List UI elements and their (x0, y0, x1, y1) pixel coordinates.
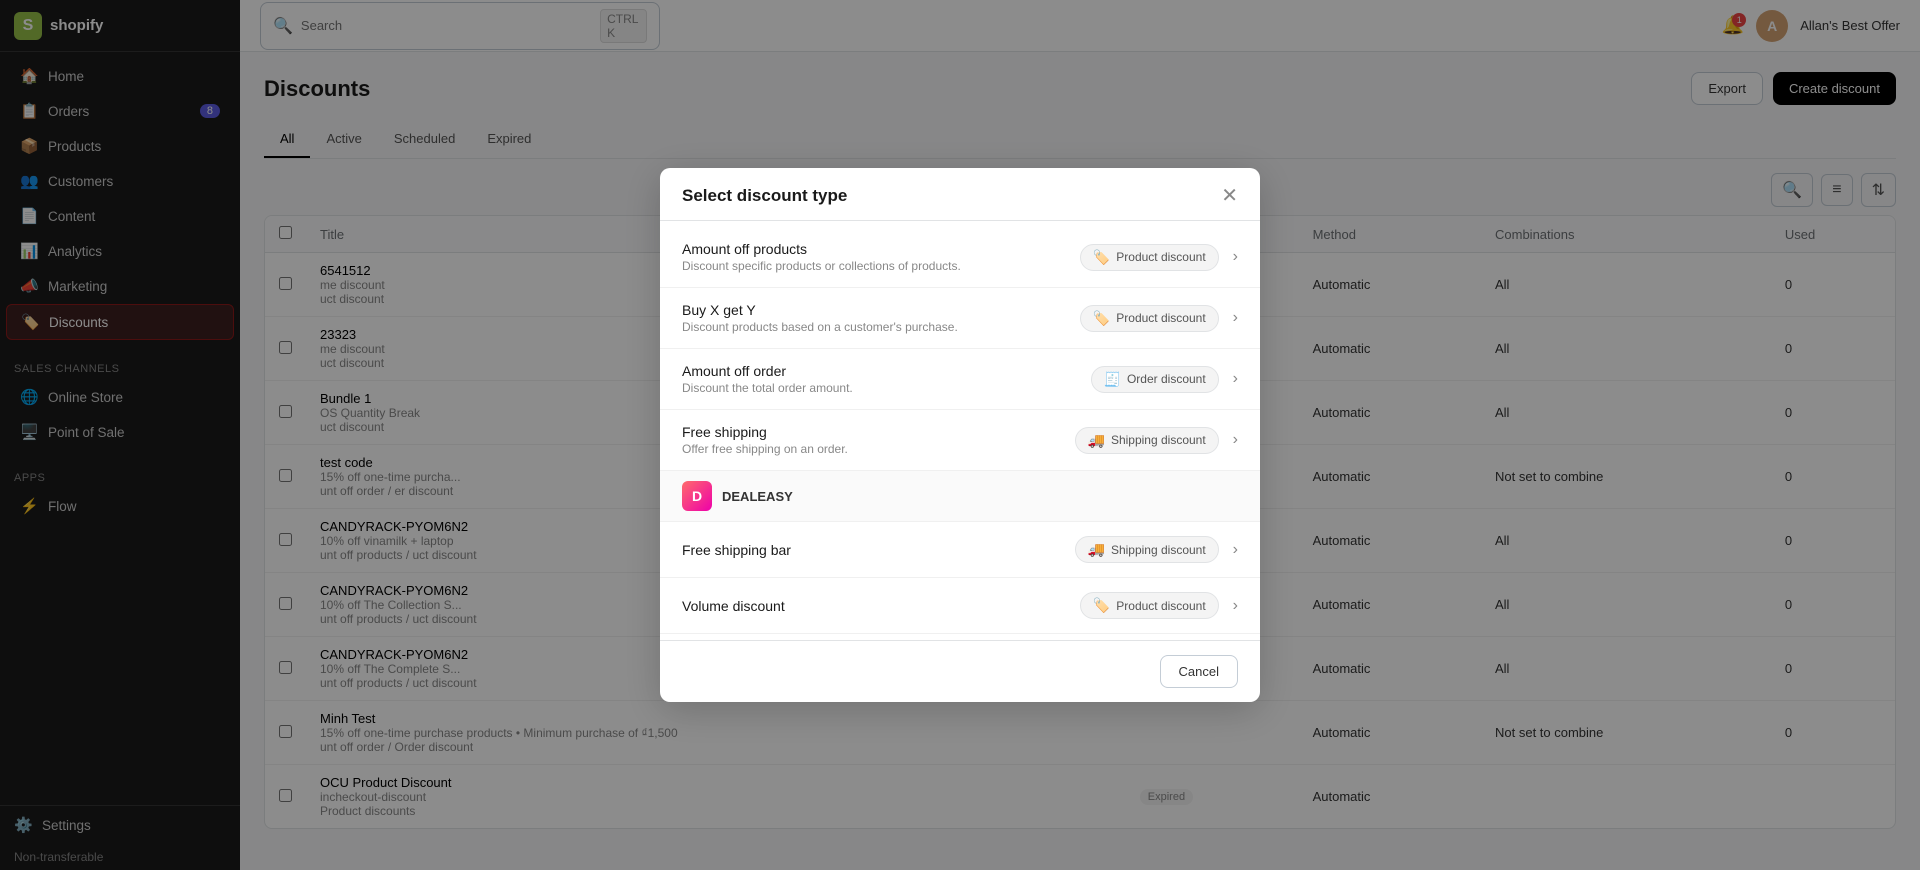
option-badge-label: Product discount (1116, 599, 1205, 613)
option-badge-label: Order discount (1127, 372, 1206, 386)
modal-overlay[interactable]: Select discount type ✕ Amount off produc… (0, 0, 1920, 870)
option-badge: 🏷️ Product discount (1080, 305, 1219, 332)
product-discount-icon: 🏷️ (1093, 249, 1110, 266)
option-badge: 🏷️ Product discount (1080, 244, 1219, 271)
discount-option-volume-discount[interactable]: Volume discount 🏷️ Product discount › (660, 578, 1260, 634)
product-discount-icon: 🏷️ (1093, 310, 1110, 327)
discount-option-buy-x-get-y[interactable]: Buy X get Y Discount products based on a… (660, 288, 1260, 349)
option-badge: 🚚 Shipping discount (1075, 536, 1219, 563)
modal-footer: Cancel (660, 640, 1260, 702)
option-info: Amount off products Discount specific pr… (682, 241, 1066, 273)
chevron-right-icon: › (1233, 541, 1238, 559)
modal-body: Amount off products Discount specific pr… (660, 221, 1260, 640)
option-info: Volume discount (682, 598, 1066, 614)
dealeasy-banner: D DEALEASY (660, 471, 1260, 521)
option-desc: Discount the total order amount. (682, 381, 1077, 395)
discount-option-free-shipping[interactable]: Free shipping Offer free shipping on an … (660, 410, 1260, 471)
discount-option-amount-off-products[interactable]: Amount off products Discount specific pr… (660, 227, 1260, 288)
order-discount-icon: 🧾 (1104, 371, 1121, 388)
dealeasy-label: DEALEASY (722, 489, 793, 504)
chevron-right-icon: › (1233, 309, 1238, 327)
option-title: Free shipping (682, 424, 1061, 440)
shipping-discount-icon: 🚚 (1088, 541, 1105, 558)
option-badge-label: Shipping discount (1111, 543, 1206, 557)
discount-option-free-shipping-bar[interactable]: Free shipping bar 🚚 Shipping discount › (660, 522, 1260, 578)
dealeasy-icon: D (682, 481, 712, 511)
option-badge-label: Shipping discount (1111, 433, 1206, 447)
option-title: Amount off order (682, 363, 1077, 379)
option-title: Buy X get Y (682, 302, 1066, 318)
option-info: Free shipping bar (682, 542, 1061, 558)
option-badge-label: Product discount (1116, 250, 1205, 264)
option-badge-label: Product discount (1116, 311, 1205, 325)
option-info: Buy X get Y Discount products based on a… (682, 302, 1066, 334)
cancel-button[interactable]: Cancel (1160, 655, 1238, 688)
option-desc: Discount specific products or collection… (682, 259, 1066, 273)
modal-close-button[interactable]: ✕ (1221, 186, 1238, 206)
option-title: Volume discount (682, 598, 1066, 614)
option-badge: 🚚 Shipping discount (1075, 427, 1219, 454)
product-discount-icon: 🏷️ (1093, 597, 1110, 614)
dealeasy-section: D DEALEASY (660, 471, 1260, 522)
option-info: Free shipping Offer free shipping on an … (682, 424, 1061, 456)
option-badge: 🏷️ Product discount (1080, 592, 1219, 619)
chevron-right-icon: › (1233, 597, 1238, 615)
chevron-right-icon: › (1233, 370, 1238, 388)
chevron-right-icon: › (1233, 431, 1238, 449)
modal-title: Select discount type (682, 186, 847, 206)
select-discount-type-modal: Select discount type ✕ Amount off produc… (660, 168, 1260, 702)
modal-header: Select discount type ✕ (660, 168, 1260, 221)
discount-option-amount-off-order[interactable]: Amount off order Discount the total orde… (660, 349, 1260, 410)
chevron-right-icon: › (1233, 248, 1238, 266)
shipping-discount-icon: 🚚 (1088, 432, 1105, 449)
option-info: Amount off order Discount the total orde… (682, 363, 1077, 395)
option-title: Amount off products (682, 241, 1066, 257)
option-desc: Offer free shipping on an order. (682, 442, 1061, 456)
option-title: Free shipping bar (682, 542, 1061, 558)
option-badge: 🧾 Order discount (1091, 366, 1219, 393)
option-desc: Discount products based on a customer's … (682, 320, 1066, 334)
